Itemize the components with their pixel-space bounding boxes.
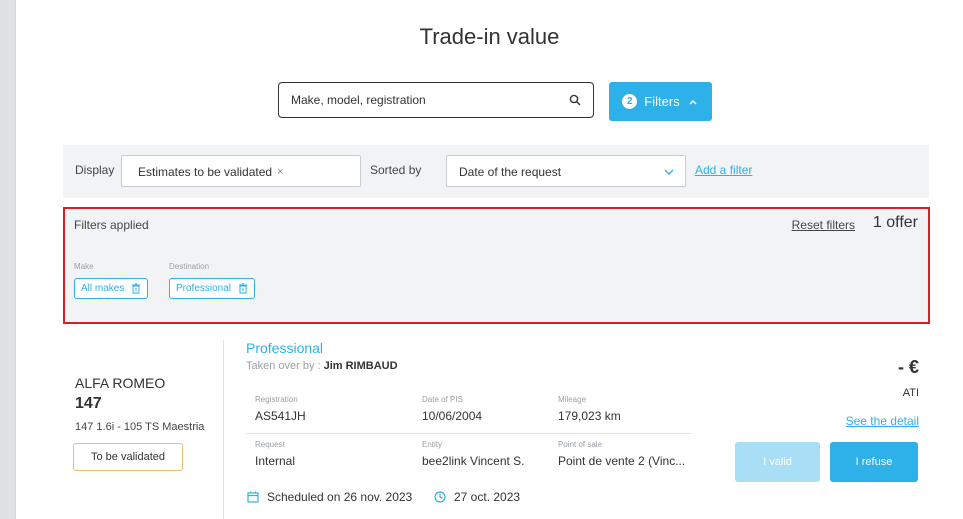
vehicle-model: 147 (75, 395, 102, 412)
search-box[interactable] (278, 82, 594, 118)
mileage-label: Mileage (558, 395, 587, 404)
filter-tag-make[interactable]: All makes (74, 278, 149, 299)
reset-filters-link[interactable]: Reset filters (792, 218, 855, 232)
clock-icon (434, 491, 446, 503)
offer-destination: Professional (246, 340, 324, 356)
status-badge: To be validated (73, 443, 183, 471)
search-input[interactable] (291, 83, 561, 117)
created-row: 27 oct. 2023 (434, 490, 520, 504)
date-pis-label: Date of PIS (422, 395, 463, 404)
request-label: Request (255, 440, 285, 449)
offer-price: - € (897, 357, 919, 377)
display-select[interactable]: Estimates to be validated × (121, 155, 361, 187)
trash-icon[interactable] (131, 283, 141, 294)
point-of-sale-value: Point de vente 2 (Vinc... (558, 454, 686, 468)
taken-over-name: Jim RIMBAUD (323, 360, 398, 372)
mileage-value: 179,023 km (558, 409, 621, 423)
filter-label-destination: Destination (169, 262, 210, 271)
taken-over-label: Taken over by : (246, 360, 321, 372)
filters-button[interactable]: 2 Filters (609, 82, 712, 121)
registration-label: Registration (255, 395, 298, 404)
left-scroll-strip (0, 0, 16, 519)
see-detail-link[interactable]: See the detail (846, 414, 919, 428)
add-filter-link[interactable]: Add a filter (695, 163, 752, 177)
sort-select[interactable]: Date of the request (446, 155, 686, 187)
filters-applied-title: Filters applied (74, 218, 149, 232)
card-separator (246, 433, 691, 434)
date-pis-value: 10/06/2004 (422, 409, 483, 423)
scheduled-row: Scheduled on 26 nov. 2023 (247, 490, 412, 504)
sort-value: Date of the request (459, 165, 562, 179)
valid-button[interactable]: I valid (735, 442, 820, 482)
display-chip[interactable]: Estimates to be validated × (132, 162, 290, 182)
entity-value: bee2link Vincent S. (422, 454, 525, 468)
calendar-icon (247, 491, 259, 503)
display-label: Display (75, 163, 115, 177)
entity-label: Entity (422, 440, 443, 449)
registration-value: AS541JH (255, 409, 306, 423)
filters-button-label: Filters (644, 94, 680, 109)
filter-label-make: Make (74, 262, 94, 271)
point-of-sale-label: Point of sale (558, 440, 603, 449)
scheduled-date: Scheduled on 26 nov. 2023 (267, 490, 413, 504)
vehicle-version: 147 1.6i - 105 TS Maestria (75, 421, 205, 433)
created-date: 27 oct. 2023 (454, 490, 521, 504)
sorted-by-label: Sorted by (370, 163, 422, 177)
vehicle-make: ALFA ROMEO (75, 375, 166, 391)
filters-count-badge: 2 (622, 94, 638, 109)
filter-tag-destination-value: Professional (176, 283, 232, 294)
request-value: Internal (255, 454, 296, 468)
trash-icon[interactable] (238, 283, 248, 294)
card-divider (223, 340, 224, 519)
offer-count: 1 offer (872, 214, 918, 231)
display-sort-bar: Display Estimates to be validated × Sort… (63, 145, 929, 198)
chevron-up-icon (689, 99, 697, 105)
filter-tag-destination[interactable]: Professional (169, 278, 256, 299)
filters-applied-panel: Filters applied Reset filters 1 offer Ma… (63, 207, 930, 324)
search-icon[interactable] (569, 94, 581, 106)
page-title: Trade-in value (419, 24, 560, 49)
display-chip-label: Estimates to be validated (138, 165, 273, 179)
taken-over-row: Taken over by : Jim RIMBAUD (246, 360, 398, 372)
chevron-down-icon (664, 169, 674, 175)
main-panel: Trade-in value 2 Filters Display Estimat… (16, 0, 963, 519)
price-unit: ATI (902, 387, 919, 399)
refuse-button[interactable]: I refuse (830, 442, 918, 482)
filter-tag-make-value: All makes (81, 283, 125, 294)
chip-remove-icon[interactable]: × (277, 166, 283, 178)
